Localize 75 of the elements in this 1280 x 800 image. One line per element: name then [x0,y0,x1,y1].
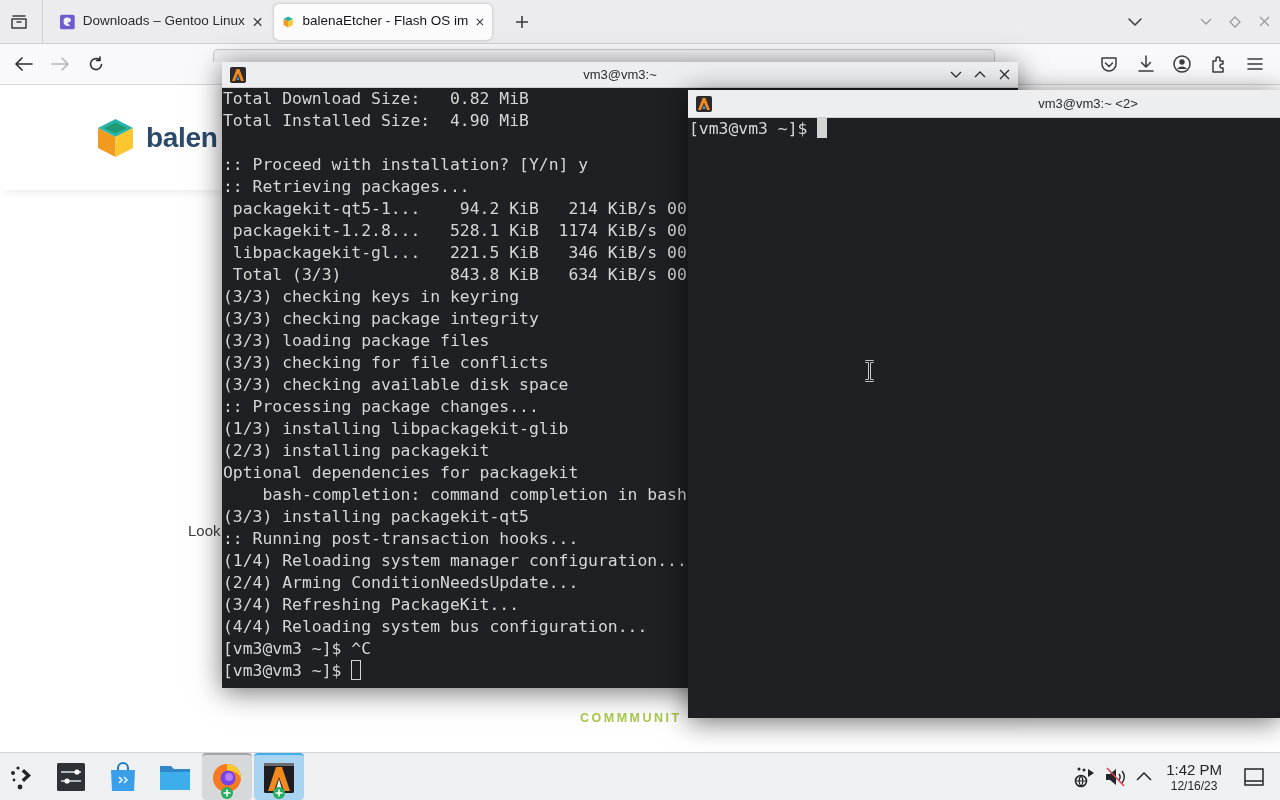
body-text: Look [188,521,221,541]
show-desktop-icon [1244,767,1264,786]
terminal-output-line: (4/4) Reloading system bus configuration... [223,616,648,638]
browser-app-icon [212,762,242,793]
terminal-output-line: (3/3) checking keys in keyring [223,286,520,308]
plus-badge-icon [221,787,233,799]
terminal-app-icon [696,95,712,112]
terminal-output-line: Total Installed Size: 4.90 MiB [223,110,529,132]
terminal-output-line: :: Processing package changes... [223,396,539,418]
reload-icon [88,56,104,72]
diamond-icon [1229,15,1241,28]
browser-task-button[interactable] [202,753,252,800]
tab-list-icon [10,13,28,30]
clock[interactable]: 1:42 PM 12/16/23 [1166,761,1222,792]
menu-icon [1247,57,1263,71]
terminal-output-line: Total (3/3) 843.8 KiB 634 KiB/s 00 [231,264,687,286]
terminal-output-line: :: Running post-transaction hooks... [223,528,579,550]
terminal-app-icon [230,66,246,83]
terminal-output-line: libpackagekit-gl... 221.5 KiB 346 KiB/s 00 [231,242,687,264]
terminal-output-line: (2/3) installing packagekit [223,440,490,462]
terminal-output-line: Total Download Size: 0.82 MiB [223,88,529,110]
terminal-output-line: (1/3) installing libpackagekit-glib [223,418,569,440]
terminal-output-line: (3/4) Refreshing PackageKit... [223,594,520,616]
terminal-output-line: (3/3) checking available disk space [223,374,569,396]
shopping-bag-icon [110,761,136,792]
speaker-muted-icon [1104,765,1127,788]
terminal-prompt: [vm3@vm3 ~]$ [689,119,808,138]
close-icon[interactable] [476,16,484,27]
terminal-output-line: :: Retrieving packages... [223,176,470,198]
terminal-output-line: (1/4) Reloading system manager configuration... [223,550,687,572]
terminal-output-line: (3/3) installing packagekit-qt5 [223,506,529,528]
chevron-down-icon [950,71,962,78]
sliders-icon [57,762,85,791]
terminal-output-line: (3/3) checking for file conflicts [223,352,549,374]
folder-icon [160,763,190,790]
show-desktop-button[interactable] [1244,767,1264,786]
terminal-output-line: Optional dependencies for packagekit [223,462,579,484]
download-icon [1136,55,1155,73]
browser-tab[interactable]: balenaEtcher - Flash OS im [274,3,492,40]
chevron-down-icon [1128,17,1142,26]
pocket-icon [1100,55,1118,73]
volume-tray-button[interactable] [1104,765,1127,788]
window-title: vm3@vm3:~ [583,65,657,84]
cube-logo-icon[interactable] [97,117,134,158]
terminal-output-line: :: Proceed with installation? [Y/n] y [223,154,589,176]
close-icon [998,69,1010,80]
plus-badge-icon [273,787,285,799]
terminal-output-line: packagekit-1.2.8... 528.1 KiB 1174 KiB/s 00 [231,220,687,242]
close-icon [1258,16,1270,27]
window-title: vm3@vm3:~ <2> [1038,94,1138,113]
forward-arrow-icon [51,57,69,71]
browser-tab[interactable]: Downloads – Gentoo Linux [52,3,270,40]
plus-icon [515,14,529,29]
terminal-output-line: bash-completion: command completion in bash [261,484,687,506]
chevron-down-icon [1200,18,1212,25]
logo-text[interactable]: balen [146,116,218,159]
close-icon[interactable] [252,16,262,27]
chevron-up-icon [1136,772,1153,781]
chevron-up-icon [974,71,986,78]
terminal-task-button[interactable] [254,753,304,800]
address-field[interactable] [213,49,995,62]
favicon-icon [60,13,75,30]
terminal-window[interactable]: vm3@vm3:~ <2> [vm3@vm3 ~]$ [688,90,1280,718]
account-icon [1173,55,1191,73]
terminal-output-line: (3/3) checking package integrity [223,308,539,330]
section-label: COMMMUNIT [580,710,682,726]
terminal-app-icon [264,762,294,793]
terminal-prompt: [vm3@vm3 ~]$ [223,661,342,680]
back-arrow-icon [15,57,33,71]
terminal-output-line: (2/4) Arming ConditionNeedsUpdate... [223,572,579,594]
show-hidden-icons-button[interactable] [1136,772,1153,781]
terminal-output-line: (3/3) loading package files [223,330,490,352]
terminal-output-line: [vm3@vm3 ~]$ ^C [223,638,372,660]
terminal-output-line: packagekit-qt5-1... 94.2 KiB 214 KiB/s 00 [231,198,687,220]
text-pointer-icon [864,360,875,382]
